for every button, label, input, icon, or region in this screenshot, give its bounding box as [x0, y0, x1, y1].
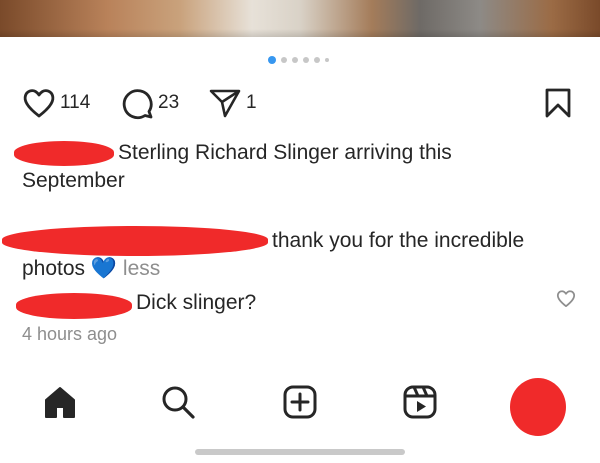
paper-plane-icon: [208, 87, 242, 119]
share-button[interactable]: 1: [208, 86, 257, 120]
post-caption: Sterling Richard Slinger arriving this S…: [22, 139, 542, 195]
share-count: 1: [246, 92, 257, 113]
carousel-dot-active: [268, 56, 276, 64]
carousel-indicator: [268, 55, 329, 65]
redacted-username[interactable]: [2, 226, 268, 256]
home-indicator[interactable]: [195, 449, 405, 455]
nav-home[interactable]: [38, 382, 82, 426]
comment-text: thank you for the incredible: [272, 229, 525, 252]
caption-text-continued: September: [22, 169, 125, 192]
profile-avatar[interactable]: [510, 378, 566, 436]
comment-button[interactable]: 23: [120, 86, 179, 120]
create-icon: [282, 384, 318, 425]
heart-icon: [22, 87, 56, 119]
save-button[interactable]: [544, 88, 572, 123]
caption-text: Sterling Richard Slinger arriving this: [118, 141, 452, 164]
carousel-dot: [314, 57, 320, 63]
comment-text: Dick slinger?: [136, 291, 257, 314]
like-button[interactable]: 114: [22, 86, 90, 120]
carousel-dot: [325, 58, 329, 62]
carousel-dot: [281, 57, 287, 63]
post-photo[interactable]: [0, 0, 600, 37]
comment-count: 23: [158, 92, 180, 113]
reels-icon: [402, 384, 438, 425]
nav-search[interactable]: [156, 382, 200, 426]
carousel-dot: [292, 57, 298, 63]
nav-reels[interactable]: [398, 382, 442, 426]
bookmark-icon: [544, 88, 572, 122]
nav-create[interactable]: [278, 382, 322, 426]
post-actions: 114 23 1: [22, 86, 578, 120]
comment-like-button[interactable]: [556, 289, 576, 313]
comment-text-word: photos: [22, 257, 86, 280]
blue-heart-emoji: 💙: [90, 257, 118, 280]
carousel-dot: [303, 57, 309, 63]
like-count: 114: [60, 92, 91, 113]
timestamp: 4 hours ago: [22, 324, 118, 344]
search-icon: [160, 384, 196, 425]
less-toggle[interactable]: less: [123, 257, 160, 280]
redacted-username[interactable]: [16, 293, 132, 319]
comment-text-continued: photos 💙 less: [22, 255, 160, 283]
comment-icon: [120, 86, 154, 120]
home-icon: [42, 384, 78, 425]
heart-icon: [556, 290, 576, 312]
